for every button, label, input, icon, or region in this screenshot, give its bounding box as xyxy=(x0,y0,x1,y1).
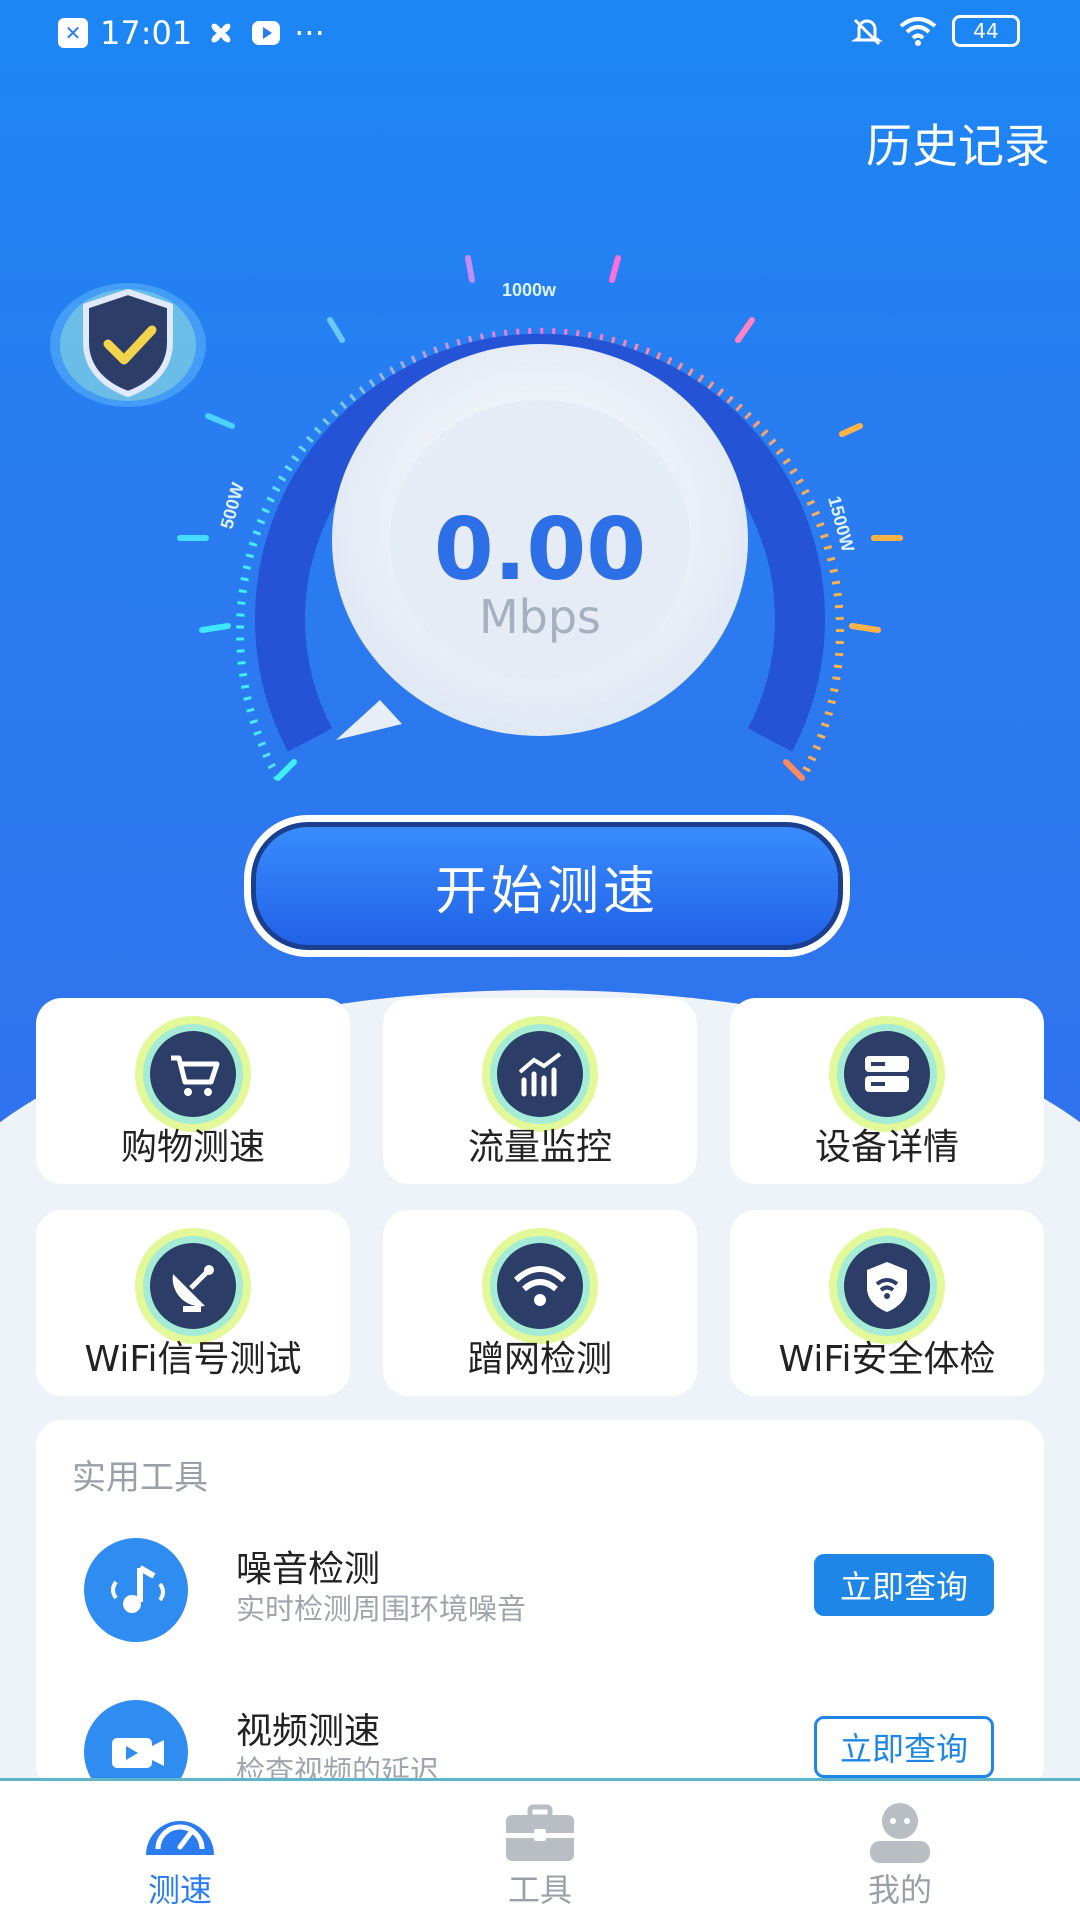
feature-wifi-security[interactable]: WiFi安全体检 xyxy=(730,1210,1044,1396)
feature-label: WiFi信号测试 xyxy=(84,1339,302,1380)
video-camera-icon xyxy=(84,1700,188,1790)
notification-close-icon: ✕ xyxy=(58,18,88,48)
tab-label: 我的 xyxy=(867,1871,932,1909)
wifi-status-icon xyxy=(899,17,937,46)
feature-label: 购物测速 xyxy=(120,1127,265,1168)
gauge-label-1000w: 1000w xyxy=(502,280,557,300)
start-test-button[interactable]: 开始测速 xyxy=(244,815,850,957)
mute-bell-icon xyxy=(851,18,883,46)
bottom-tab-bar: 测速 工具 我的 xyxy=(0,1778,1080,1923)
tab-speed-test[interactable]: 测速 xyxy=(0,1781,360,1923)
feature-label: WiFi安全体检 xyxy=(778,1339,996,1380)
feature-freeloader-check[interactable]: 蹭网检测 xyxy=(383,1210,697,1396)
tools-title: 实用工具 xyxy=(72,1458,208,1498)
wifi-icon xyxy=(482,1228,598,1344)
query-button[interactable]: 立即查询 xyxy=(814,1716,994,1778)
query-button[interactable]: 立即查询 xyxy=(814,1554,994,1616)
tool-row-noise[interactable]: 噪音检测 实时检测周围环境噪音 立即查询 xyxy=(36,1520,1044,1650)
toolbox-icon xyxy=(506,1804,574,1861)
chart-icon xyxy=(482,1016,598,1132)
status-right: 44 xyxy=(850,14,1020,48)
satellite-icon xyxy=(135,1228,251,1344)
status-time: 17:01 xyxy=(100,14,193,52)
feature-label: 蹭网检测 xyxy=(467,1339,612,1380)
shopping-cart-icon xyxy=(135,1016,251,1132)
feature-traffic-monitor[interactable]: 流量监控 xyxy=(383,998,697,1184)
feature-shopping-speed[interactable]: 购物测速 xyxy=(36,998,350,1184)
music-note-icon xyxy=(84,1538,188,1642)
tab-label: 工具 xyxy=(507,1871,572,1909)
feature-device-details[interactable]: 设备详情 xyxy=(730,998,1044,1184)
video-app-icon xyxy=(252,21,281,45)
feature-wifi-signal[interactable]: WiFi信号测试 xyxy=(36,1210,350,1396)
speed-value: 0.00 xyxy=(433,500,647,600)
speed-unit: Mbps xyxy=(478,590,602,644)
status-bar: ✕ 17:01 ··· 44 xyxy=(0,0,1080,72)
history-button[interactable]: 历史记录 xyxy=(866,110,1050,176)
user-icon xyxy=(870,1803,930,1863)
tool-row-video[interactable]: 视频测速 检查视频的延迟 立即查询 xyxy=(36,1682,1044,1790)
feature-label: 设备详情 xyxy=(814,1127,959,1168)
feature-label: 流量监控 xyxy=(467,1127,612,1168)
tool-desc: 实时检测周围环境噪音 xyxy=(236,1592,527,1626)
device-icon xyxy=(829,1016,945,1132)
tool-name: 视频测速 xyxy=(236,1711,381,1752)
tools-panel: 实用工具 噪音检测 实时检测周围环境噪音 立即查询 视频测速 检查视频的延迟 立… xyxy=(36,1420,1044,1790)
status-more: ··· xyxy=(294,14,325,52)
battery-level: 44 xyxy=(973,19,999,43)
tab-profile[interactable]: 我的 xyxy=(720,1781,1080,1923)
tab-label: 测速 xyxy=(147,1871,212,1909)
tab-tools[interactable]: 工具 xyxy=(360,1781,720,1923)
fan-icon xyxy=(211,23,231,43)
battery-icon: 44 xyxy=(952,15,1020,47)
tool-name: 噪音检测 xyxy=(236,1549,381,1590)
status-left: ✕ 17:01 ··· xyxy=(58,14,325,52)
gauge-icon xyxy=(146,1820,214,1855)
wifi-shield-icon xyxy=(829,1228,945,1344)
